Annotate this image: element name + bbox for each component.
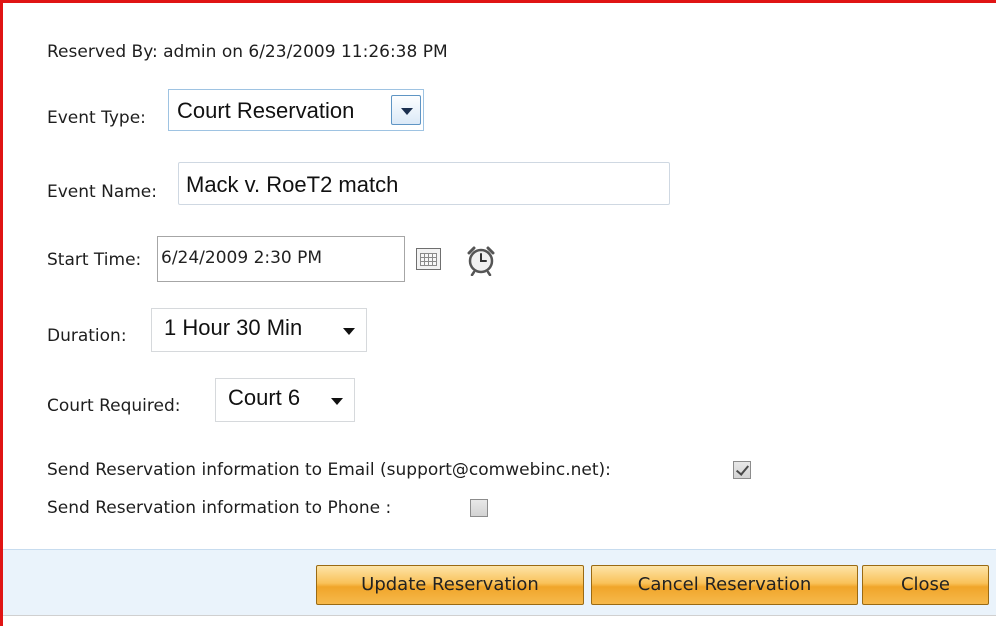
court-label: Court Required: [47, 396, 181, 416]
reserved-by-text: Reserved By: admin on 6/23/2009 11:26:38… [47, 42, 448, 62]
event-type-label: Event Type: [47, 108, 146, 128]
start-time-input[interactable]: 6/24/2009 2:30 PM [157, 236, 405, 282]
close-button[interactable]: Close [862, 565, 989, 605]
email-notify-checkbox[interactable] [733, 461, 751, 479]
phone-notify-label: Send Reservation information to Phone : [47, 498, 392, 518]
alarm-clock-icon[interactable] [465, 244, 497, 280]
chevron-down-icon[interactable] [391, 95, 421, 125]
calendar-icon[interactable] [416, 248, 441, 270]
event-name-value: Mack v. RoeT2 match [186, 172, 399, 197]
event-type-select[interactable]: Court Reservation [168, 89, 424, 131]
event-name-label: Event Name: [47, 182, 157, 202]
phone-notify-checkbox[interactable] [470, 499, 488, 517]
chevron-down-icon [343, 328, 355, 335]
duration-value: 1 Hour 30 Min [164, 315, 303, 340]
duration-label: Duration: [47, 326, 127, 346]
start-time-value: 6/24/2009 2:30 PM [161, 248, 323, 268]
event-type-value: Court Reservation [177, 98, 355, 123]
cancel-reservation-button[interactable]: Cancel Reservation [591, 565, 858, 605]
footer-divider [3, 615, 996, 627]
duration-select[interactable]: 1 Hour 30 Min [151, 308, 367, 352]
start-time-label: Start Time: [47, 250, 142, 270]
chevron-down-icon [331, 398, 343, 405]
email-notify-label: Send Reservation information to Email (s… [47, 460, 611, 480]
event-name-input[interactable]: Mack v. RoeT2 match [178, 162, 670, 205]
reservation-dialog [0, 0, 996, 626]
court-value: Court 6 [228, 385, 301, 410]
court-select[interactable]: Court 6 [215, 378, 355, 422]
update-reservation-button[interactable]: Update Reservation [316, 565, 584, 605]
